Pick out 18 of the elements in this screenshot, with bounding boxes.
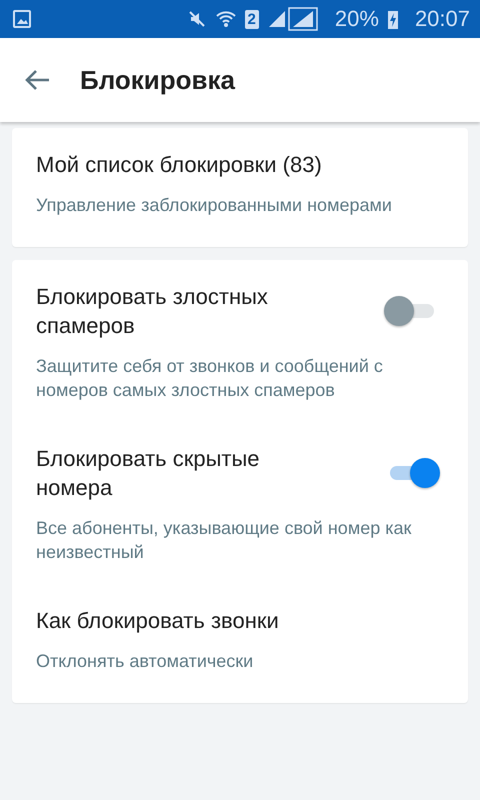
battery-percent: 20%	[334, 6, 379, 32]
wifi-icon	[214, 9, 237, 29]
setting-title[interactable]: Блокировать злостных спамеров	[36, 282, 336, 340]
setting-description: Отклонять автоматически	[36, 650, 254, 673]
image-icon	[12, 9, 32, 29]
battery-charging-icon	[386, 8, 399, 30]
back-arrow-icon[interactable]	[24, 69, 50, 91]
setting-description: Управление заблокированными номерами	[36, 194, 393, 217]
signal-icon	[266, 7, 319, 31]
setting-description: Защитите себя от звонков и сообщений с номеров самых злостных спамеров	[36, 355, 384, 402]
sim-badge: 2	[244, 10, 259, 28]
setting-title[interactable]: Блокировать скрытые номера	[36, 444, 336, 502]
setting-title[interactable]: Как блокировать звонки	[36, 606, 279, 635]
screen-title: Блокировка	[80, 64, 235, 96]
setting-description: Все абоненты, указывающие свой номер как неизвестный	[36, 517, 412, 564]
setting-title[interactable]: Мой список блокировки (83)	[36, 150, 322, 179]
clock: 20:07	[414, 6, 470, 32]
mute-icon	[186, 9, 207, 29]
